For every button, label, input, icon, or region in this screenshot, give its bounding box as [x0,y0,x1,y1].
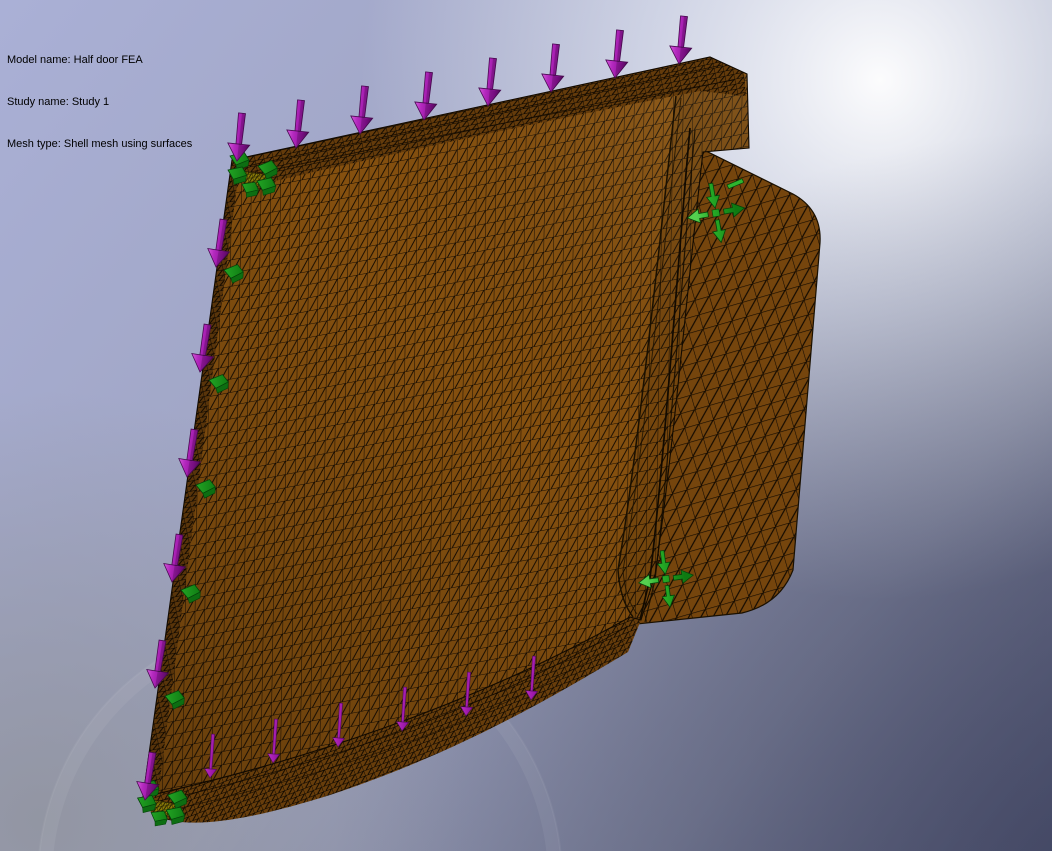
model-name-text: Model name: Half door FEA [7,53,192,67]
solidworks-viewport: Model name: Half door FEA Study name: St… [0,0,1052,851]
study-name-text: Study name: Study 1 [7,95,192,109]
mesh-type-text: Mesh type: Shell mesh using surfaces [7,137,192,151]
model-info-overlay: Model name: Half door FEA Study name: St… [7,25,192,179]
